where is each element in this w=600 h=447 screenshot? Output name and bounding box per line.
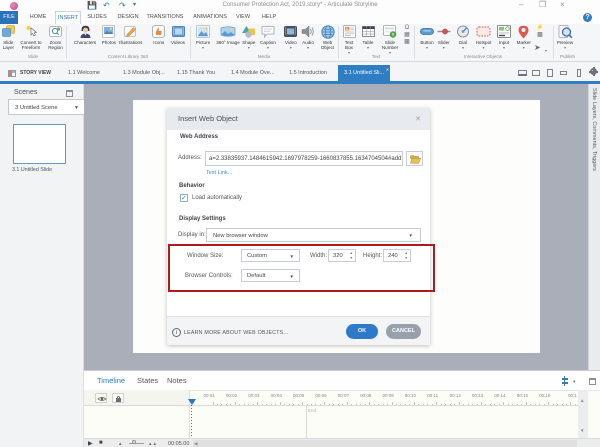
svg-text:A: A [345,26,348,31]
